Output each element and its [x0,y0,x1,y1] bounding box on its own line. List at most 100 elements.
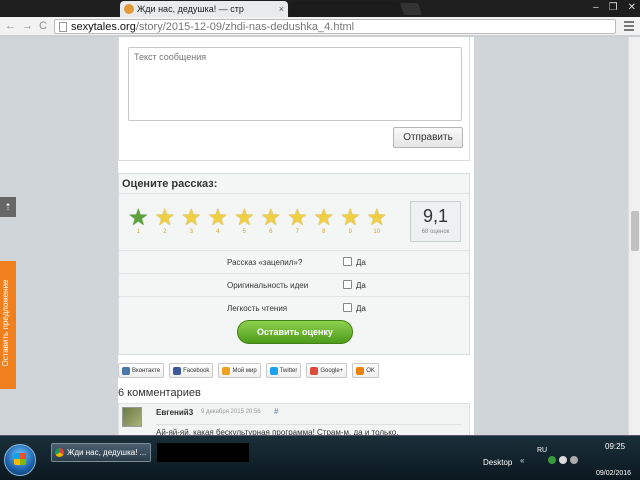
star-icon: ★ [154,204,176,230]
criteria-row: Оригинальность идеи Да [119,273,469,296]
share-label: Twitter [279,367,298,374]
share-network-icon [310,366,319,375]
tray-icons [548,456,578,464]
star-icon: ★ [260,204,282,230]
forward-arrow-icon[interactable]: → [22,20,33,32]
share-button[interactable]: Мой мир [218,363,261,378]
windows-taskbar: Жди нас, дедушка! ... Desktop « RU 09:25… [0,435,640,480]
back-arrow-icon[interactable]: ← [5,20,16,32]
share-button[interactable]: Google+ [306,363,348,378]
criteria-row: Рассказ «зацепил»? Да [119,250,469,273]
taskbar-item-hidden[interactable] [157,443,249,462]
rating-star[interactable]: ★ 5 [231,204,258,236]
share-button[interactable]: Twitter [265,363,302,378]
star-icon: ★ [286,204,308,230]
criteria-checkbox[interactable] [343,257,352,266]
score-value: 9,1 [422,206,449,226]
browser-toolbar: ← → C sexytales.org/story/2015-12-09/zhd… [0,17,640,36]
star-icon: ★ [180,204,202,230]
comment-text: Ай-яй-яй, какая бескультурная программа!… [156,424,461,435]
criteria-yes-label: Да [356,304,366,313]
criteria-checkbox[interactable] [343,280,352,289]
rating-star[interactable]: ★ 8 [311,206,338,236]
share-network-icon [173,366,182,375]
suggestion-side-tab[interactable]: Оставить предложение [0,261,16,389]
url-path: /story/2015-12-09/zhdi-nas-dedushka_4.ht… [135,20,355,33]
tray-volume-icon[interactable] [570,456,578,464]
tray-expand-icon[interactable]: « [520,456,524,465]
rating-stars: ★ 1 ★ 2 ★ 3 ★ 4 ★ 5 ★ 6 ★ 7 ★ 8 ★ 9 ★ 10 [125,204,391,236]
maximize-icon[interactable]: ❐ [609,2,618,13]
share-network-icon [222,366,231,375]
rating-star[interactable]: ★ 6 [258,204,285,236]
share-network-icon [122,366,130,375]
content-column: Отправить Оцените рассказ: ★1★2★3★4★5★6★… [118,37,474,435]
desktop-toolbar-label[interactable]: Desktop [483,458,512,467]
minimize-icon[interactable]: – [593,2,599,13]
share-buttons: Вконтакте Facebook Мой мир Twitter Google+ OK [118,363,470,380]
comment-date: 9 декабря 2015 20:56 [201,409,261,415]
rating-star[interactable]: ★ 2 [152,204,179,236]
url-host: sexytales.org [71,20,136,33]
tray-network-icon[interactable] [559,456,567,464]
comment-permalink[interactable]: # [274,407,278,416]
rating-star[interactable]: ★ 10 [364,204,391,236]
share-label: Facebook [183,367,210,374]
criteria-checkbox[interactable] [343,303,352,312]
clock-date[interactable]: 09/02/2016 [596,470,631,477]
site-favicon-icon [124,4,134,14]
rating-title: Оцените рассказ: [119,174,469,194]
scroll-up-icon[interactable]: ⇡ [0,197,16,217]
star-icon: ★ [366,204,388,230]
score-box: 9,1 68 оценок [410,201,461,242]
comments-title: 6 комментариев [118,387,201,399]
rating-star[interactable]: ★ 9 [337,204,364,236]
star-icon: ★ [127,204,149,230]
share-label: OK [366,367,375,374]
taskbar-item-browser[interactable]: Жди нас, дедушка! ... [51,443,151,462]
reload-icon[interactable]: C [39,20,47,32]
tray-app-icon[interactable] [548,456,556,464]
star-icon: ★ [207,204,229,230]
tab-title: Жди нас, дедушка! — стр [137,4,244,14]
share-button[interactable]: Вконтакте [118,363,165,378]
criteria-row: Легкость чтения Да [119,296,469,319]
rating-star[interactable]: ★ 1 [125,204,152,236]
comment-item: Евгений3 9 декабря 2015 20:56 # Ай-яй-яй… [118,403,470,435]
browser-tab-active[interactable]: Жди нас, дедушка! — стр × [120,1,288,17]
score-count: 68 оценок [421,229,450,235]
hamburger-menu-icon[interactable] [624,21,634,33]
share-label: Вконтакте [132,367,161,374]
comment-textarea[interactable] [128,47,462,121]
star-icon: ★ [233,204,255,230]
criteria-yes-label: Да [356,258,366,267]
criteria-label: Легкость чтения [227,304,288,313]
criteria-yes-label: Да [356,281,366,290]
page-viewport: Отправить Оцените рассказ: ★1★2★3★4★5★6★… [0,37,628,435]
share-button[interactable]: OK [352,363,379,378]
close-window-icon[interactable]: ✕ [628,2,636,13]
language-indicator[interactable]: RU [537,447,547,454]
rating-star[interactable]: ★ 4 [205,204,232,236]
send-button[interactable]: Отправить [393,127,463,148]
rating-panel: Оцените рассказ: ★ 1 ★ 2 ★ 3 ★ 4 ★ 5 ★ 6 ★ 7 ★ 8 ★ 9 ★ 10 9… [118,173,470,355]
submit-rating-button[interactable]: Оставить оценку [237,320,353,344]
start-button[interactable] [4,444,36,476]
side-tab-label: Оставить предложение [1,279,10,367]
rating-star[interactable]: ★ 3 [178,204,205,236]
comment-form: Отправить [118,37,470,161]
share-button[interactable]: Facebook [169,363,214,378]
clock-time[interactable]: 09:25 [605,442,625,451]
tab-close-icon[interactable]: × [279,4,284,14]
page-scrollbar[interactable] [628,37,640,435]
scrollbar-thumb[interactable] [631,211,639,251]
avatar[interactable] [122,407,142,427]
star-icon: ★ [339,204,361,230]
address-bar[interactable]: sexytales.org/story/2015-12-09/zhdi-nas-… [54,19,616,34]
windows-logo-icon [14,453,26,465]
browser-tab-hidden[interactable] [290,1,400,17]
rating-star[interactable]: ★ 7 [284,204,311,236]
new-tab-button[interactable] [399,3,423,15]
comment-author[interactable]: Евгений3 [156,408,193,417]
page-icon [59,21,67,32]
